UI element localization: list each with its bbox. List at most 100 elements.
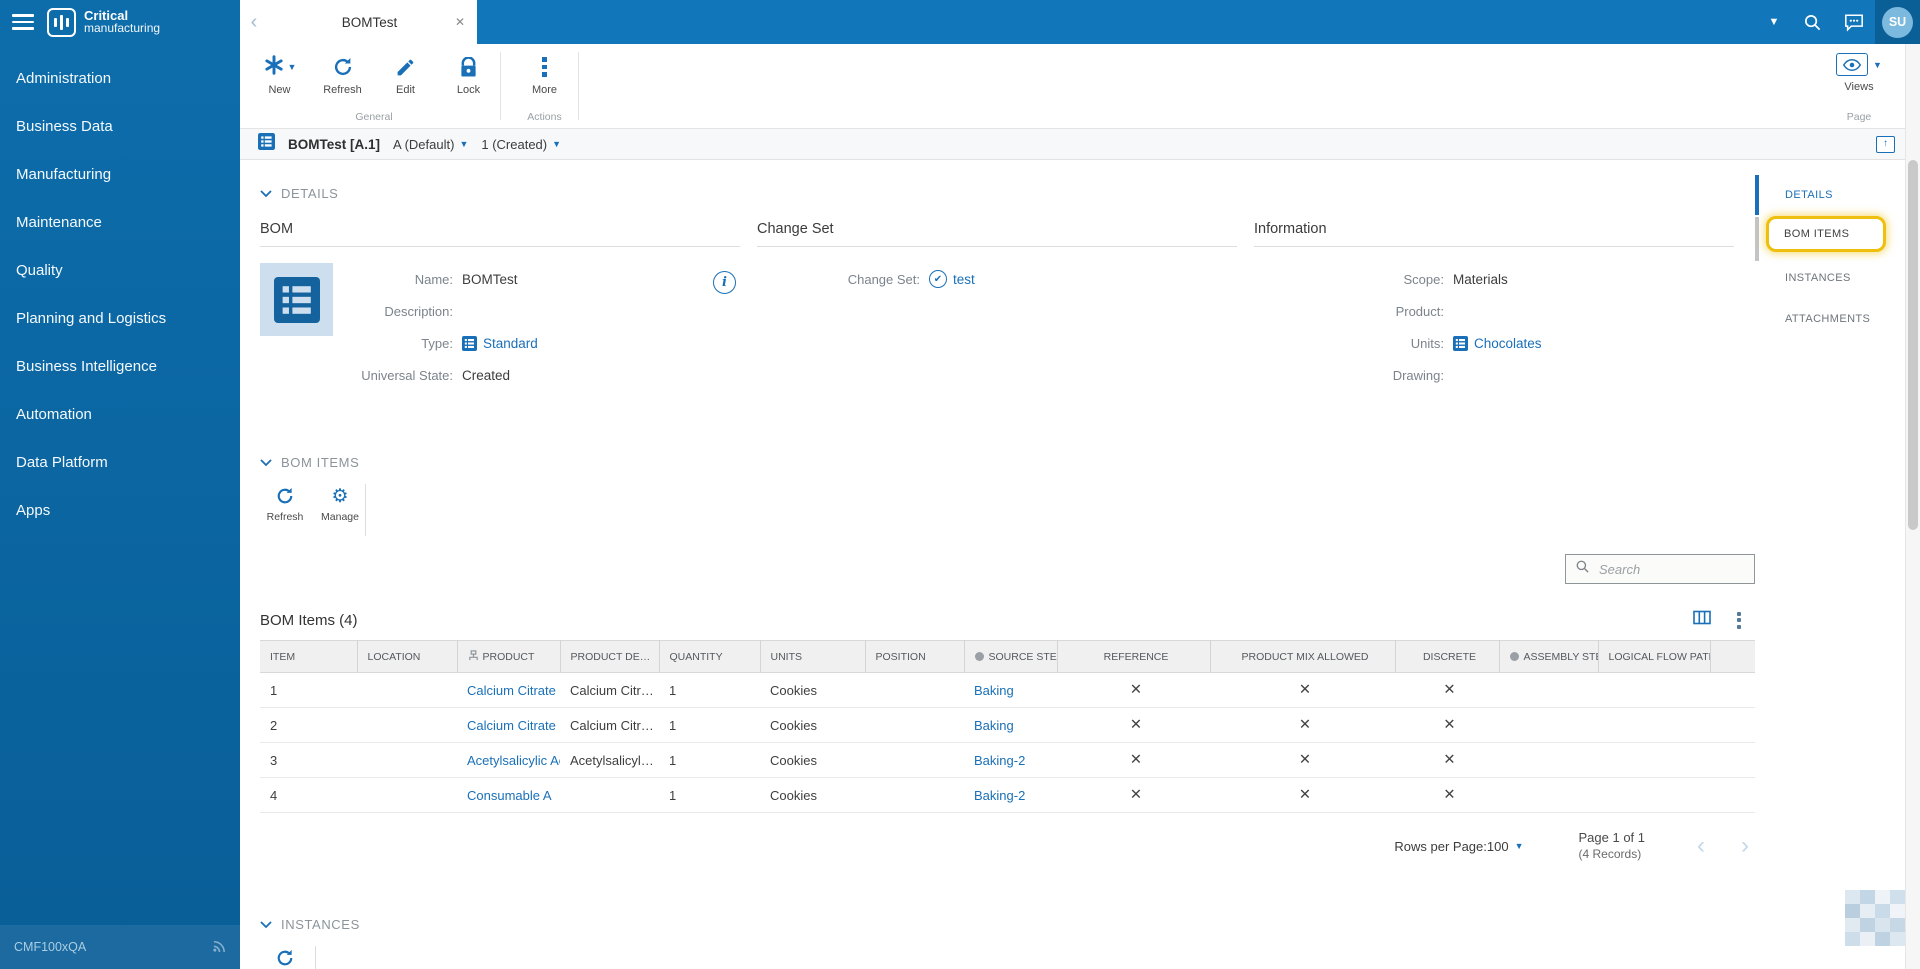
edit-label: Edit bbox=[396, 84, 415, 96]
product-link[interactable]: Consumable A bbox=[467, 788, 552, 803]
information-panel: Information Scope: Materials Product: Un… bbox=[1254, 221, 1734, 391]
section-nav: DETAILS BOM ITEMS INSTANCES ATTACHMENTS bbox=[1755, 160, 1905, 969]
table-header-band: BOM Items (4) bbox=[260, 610, 1755, 630]
col-product[interactable]: PRODUCT bbox=[457, 640, 561, 673]
sidebar-item-data-platform[interactable]: Data Platform bbox=[0, 438, 240, 486]
more-label: More bbox=[531, 84, 558, 96]
table-row[interactable]: 1 Calcium Citrate Calcium Citrate 1 Cook… bbox=[260, 672, 1755, 708]
changeset-panel: Change Set Change Set: ✔ test bbox=[757, 221, 1237, 391]
false-x-icon: ✕ bbox=[1298, 682, 1312, 698]
column-settings-icon[interactable] bbox=[1693, 610, 1711, 630]
sidebar-item-quality[interactable]: Quality bbox=[0, 246, 240, 294]
universal-state-value: Created bbox=[462, 367, 511, 383]
table-search[interactable] bbox=[1565, 554, 1755, 584]
topbar-dropdown-caret-icon[interactable]: ▼ bbox=[1757, 0, 1791, 44]
refresh-icon bbox=[260, 482, 310, 510]
col-location[interactable]: LOCATION bbox=[357, 640, 458, 673]
sidebar-item-planning-logistics[interactable]: Planning and Logistics bbox=[0, 294, 240, 342]
views-button[interactable]: ▼ Views bbox=[1821, 53, 1897, 93]
bom-items-manage-button[interactable]: ⚙ Manage bbox=[315, 482, 365, 524]
page-scrollbar-thumb[interactable] bbox=[1908, 160, 1918, 530]
sidebar-item-apps[interactable]: Apps bbox=[0, 486, 240, 534]
scope-value: Materials bbox=[1453, 271, 1508, 287]
views-caret-icon: ▼ bbox=[1873, 59, 1882, 70]
new-button[interactable]: ▼ New bbox=[248, 52, 311, 96]
false-x-icon: ✕ bbox=[1129, 682, 1143, 698]
col-product-description[interactable]: PRODUCT DESCRIPTION bbox=[560, 640, 660, 673]
search-icon[interactable] bbox=[1791, 0, 1833, 44]
changeset-value-link[interactable]: test bbox=[953, 272, 975, 287]
col-quantity[interactable]: QUANTITY bbox=[659, 640, 761, 673]
col-assembly-step[interactable]: ASSEMBLY STEP bbox=[1499, 640, 1599, 673]
user-menu-button[interactable]: SU bbox=[1875, 0, 1920, 44]
section-nav-bom-items[interactable]: BOM ITEMS bbox=[1766, 216, 1886, 252]
bom-icon bbox=[462, 335, 477, 351]
page-scrollbar[interactable] bbox=[1905, 44, 1920, 969]
section-bom-items-header[interactable]: BOM ITEMS bbox=[260, 455, 1755, 470]
lock-button[interactable]: Lock bbox=[437, 52, 500, 96]
col-position[interactable]: POSITION bbox=[865, 640, 965, 673]
brand-logo: Critical manufacturing bbox=[47, 7, 160, 37]
section-nav-instances[interactable]: INSTANCES bbox=[1755, 262, 1905, 294]
source-step-link[interactable]: Baking-2 bbox=[974, 788, 1025, 803]
bom-items-table: ITEM LOCATION PRODUCT PRODUCT DESCRIPTIO… bbox=[260, 640, 1755, 813]
source-step-link[interactable]: Baking-2 bbox=[974, 753, 1025, 768]
col-units[interactable]: UNITS bbox=[760, 640, 866, 673]
sidebar-item-manufacturing[interactable]: Manufacturing bbox=[0, 150, 240, 198]
table-title: BOM Items (4) bbox=[260, 611, 358, 629]
product-link[interactable]: Calcium Citrate bbox=[467, 683, 556, 698]
tab-back-chevron-icon[interactable]: ‹ bbox=[240, 0, 268, 44]
instances-refresh-button[interactable] bbox=[260, 944, 310, 969]
section-details-header[interactable]: DETAILS bbox=[260, 186, 1755, 201]
expand-panel-icon[interactable]: ↑ bbox=[1876, 135, 1895, 153]
info-icon[interactable]: i bbox=[713, 271, 736, 294]
col-reference[interactable]: REFERENCE bbox=[1057, 640, 1211, 673]
col-item[interactable]: ITEM bbox=[260, 640, 358, 673]
section-nav-details[interactable]: DETAILS bbox=[1755, 179, 1905, 211]
source-step-link[interactable]: Baking bbox=[974, 683, 1014, 698]
bom-items-refresh-button[interactable]: Refresh bbox=[260, 482, 310, 523]
version-dropdown[interactable]: A (Default) ▼ bbox=[393, 137, 468, 152]
sidebar-item-automation[interactable]: Automation bbox=[0, 390, 240, 438]
col-discrete[interactable]: DISCRETE bbox=[1395, 640, 1500, 673]
section-instances-header[interactable]: INSTANCES bbox=[260, 917, 1755, 932]
units-value-link[interactable]: Chocolates bbox=[1474, 336, 1542, 351]
section-nav-scroll-thumb[interactable] bbox=[1755, 217, 1759, 261]
col-logical-flow-path[interactable]: LOGICAL FLOW PATH bbox=[1598, 640, 1711, 673]
search-input[interactable] bbox=[1597, 560, 1745, 578]
hierarchy-icon bbox=[468, 650, 478, 661]
next-page-chevron-icon[interactable]: › bbox=[1741, 832, 1749, 860]
col-source-step[interactable]: SOURCE STEP bbox=[964, 640, 1058, 673]
redacted-mosaic bbox=[1845, 890, 1905, 946]
table-row[interactable]: 4 Consumable A 1 Cookies Baking-2 ✕ ✕ ✕ bbox=[260, 777, 1755, 813]
product-link[interactable]: Acetylsalicylic Acid bbox=[467, 753, 560, 768]
previous-page-chevron-icon[interactable]: ‹ bbox=[1697, 832, 1705, 860]
sidebar-item-maintenance[interactable]: Maintenance bbox=[0, 198, 240, 246]
false-x-icon: ✕ bbox=[1298, 717, 1312, 733]
sidebar-item-administration[interactable]: Administration bbox=[0, 54, 240, 102]
false-x-icon: ✕ bbox=[1443, 717, 1456, 733]
more-button[interactable]: More bbox=[511, 52, 578, 96]
type-value-link[interactable]: Standard bbox=[483, 336, 538, 351]
col-product-mix-allowed[interactable]: PRODUCT MIX ALLOWED bbox=[1210, 640, 1396, 673]
edit-button[interactable]: Edit bbox=[374, 52, 437, 96]
messages-icon[interactable] bbox=[1833, 0, 1875, 44]
tab-close-icon[interactable]: ✕ bbox=[455, 15, 465, 29]
table-row[interactable]: 3 Acetylsalicylic Acid Acetylsalicylic A… bbox=[260, 742, 1755, 778]
false-x-icon: ✕ bbox=[1443, 787, 1456, 803]
source-step-link[interactable]: Baking bbox=[974, 718, 1014, 733]
rows-per-page-dropdown[interactable]: Rows per Page:100 ▼ bbox=[1394, 839, 1523, 854]
new-dropdown-caret-icon[interactable]: ▼ bbox=[288, 62, 297, 72]
product-link[interactable]: Calcium Citrate bbox=[467, 718, 556, 733]
tab-bomtest[interactable]: BOMTest ✕ bbox=[268, 0, 477, 44]
lock-icon bbox=[437, 52, 500, 82]
new-icon bbox=[263, 54, 285, 81]
section-nav-attachments[interactable]: ATTACHMENTS bbox=[1755, 303, 1905, 335]
hamburger-menu-icon[interactable] bbox=[12, 14, 34, 30]
sidebar-item-business-intelligence[interactable]: Business Intelligence bbox=[0, 342, 240, 390]
revision-dropdown[interactable]: 1 (Created) ▼ bbox=[481, 137, 561, 152]
table-row[interactable]: 2 Calcium Citrate Calcium Citrate 1 Cook… bbox=[260, 707, 1755, 743]
table-menu-kebab-icon[interactable] bbox=[1737, 611, 1741, 629]
refresh-button[interactable]: Refresh bbox=[311, 52, 374, 96]
sidebar-item-business-data[interactable]: Business Data bbox=[0, 102, 240, 150]
